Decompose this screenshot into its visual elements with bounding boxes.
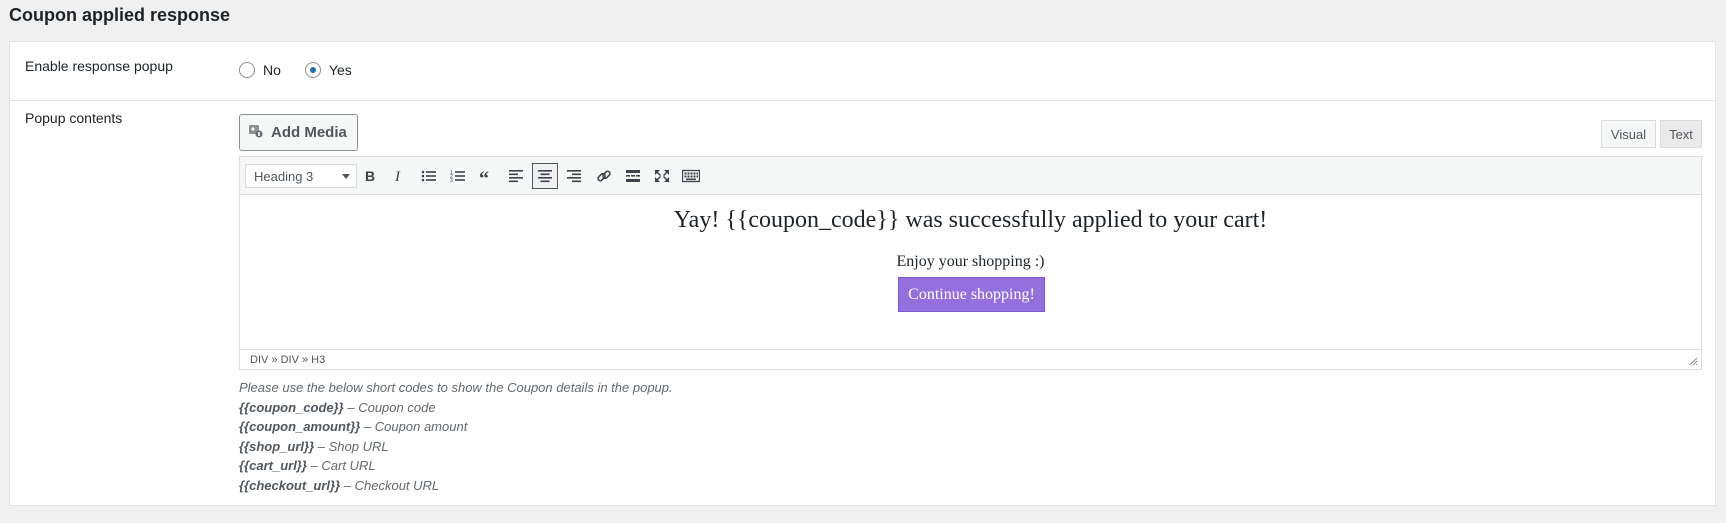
radio-no[interactable] (239, 62, 255, 78)
align-left-icon[interactable] (503, 163, 529, 189)
editor-content[interactable]: Yay! {{coupon_code}} was successfully ap… (240, 195, 1701, 351)
enable-popup-label: Enable response popup (25, 58, 173, 74)
link-icon[interactable] (591, 163, 617, 189)
chevron-down-icon (342, 174, 350, 179)
enable-popup-radio-group: No Yes (239, 62, 376, 78)
add-media-button[interactable]: Add Media (239, 114, 358, 151)
format-select-value: Heading 3 (254, 168, 314, 184)
svg-text:3: 3 (450, 178, 453, 183)
italic-icon[interactable]: I (386, 163, 412, 189)
align-center-icon[interactable] (532, 163, 558, 189)
align-right-icon[interactable] (561, 163, 587, 189)
fullscreen-icon[interactable] (649, 163, 675, 189)
format-select[interactable]: Heading 3 (245, 164, 357, 188)
help-code: {{coupon_amount}} (239, 419, 361, 434)
radio-yes-label[interactable]: Yes (329, 62, 352, 78)
help-code-desc: – Coupon amount (360, 419, 468, 434)
help-code-row: {{coupon_code}} – Coupon code (239, 398, 673, 418)
add-media-icon (248, 123, 264, 143)
help-intro: Please use the below short codes to show… (239, 380, 673, 395)
help-code-desc: – Coupon code (343, 399, 436, 415)
help-code: {{coupon_code}} (239, 399, 344, 415)
help-code-desc: – Checkout URL (340, 477, 440, 493)
blockquote-icon[interactable]: “ (474, 163, 500, 189)
editor-statusbar: DIV » DIV » H3 (240, 349, 1701, 369)
help-code: {{shop_url}} (239, 438, 315, 454)
add-media-label: Add Media (271, 124, 347, 141)
element-path: DIV » DIV » H3 (250, 353, 326, 366)
editor-toolbar: Heading 3 B I 123 “ (240, 157, 1701, 195)
bold-icon[interactable]: B (357, 163, 383, 189)
popup-subtext: Enjoy your shopping :) (896, 253, 1045, 270)
svg-text:“: “ (479, 169, 489, 183)
help-code-desc: – Cart URL (306, 458, 376, 473)
popup-contents-label: Popup contents (25, 110, 123, 126)
help-code: {{cart_url}} (239, 458, 307, 473)
bullet-list-icon[interactable] (416, 163, 442, 189)
help-code-row: {{cart_url}} – Cart URL (239, 456, 673, 476)
help-code-desc: – Shop URL (314, 438, 389, 454)
section-title: Coupon applied response (9, 5, 231, 25)
numbered-list-icon[interactable]: 123 (445, 163, 471, 189)
help-code: {{checkout_url}} (239, 477, 341, 493)
tab-text[interactable]: Text (1660, 120, 1702, 148)
svg-text:B: B (365, 169, 375, 183)
enable-popup-row: Enable response popup No Yes (10, 42, 1715, 101)
continue-shopping-button[interactable]: Continue shopping! (898, 277, 1045, 312)
read-more-icon[interactable] (620, 163, 646, 189)
radio-yes[interactable] (304, 62, 321, 78)
rich-text-editor: Heading 3 B I 123 “ Yay! {{coupon_code}}… (239, 156, 1702, 370)
tab-visual[interactable]: Visual (1601, 120, 1656, 148)
svg-text:I: I (394, 169, 401, 183)
help-code-row: {{checkout_url}} – Checkout URL (239, 476, 673, 496)
resize-handle-icon[interactable] (1689, 357, 1698, 366)
settings-panel: Enable response popup No Yes Popup conte… (9, 41, 1716, 506)
toolbar-toggle-icon[interactable] (678, 163, 704, 189)
radio-no-label[interactable]: No (263, 62, 281, 78)
shortcode-help: Please use the below short codes to show… (239, 378, 673, 495)
help-code-row: {{coupon_amount}} – Coupon amount (239, 417, 673, 437)
help-code-row: {{shop_url}} – Shop URL (239, 437, 673, 457)
popup-heading: Yay! {{coupon_code}} was successfully ap… (673, 207, 1268, 233)
